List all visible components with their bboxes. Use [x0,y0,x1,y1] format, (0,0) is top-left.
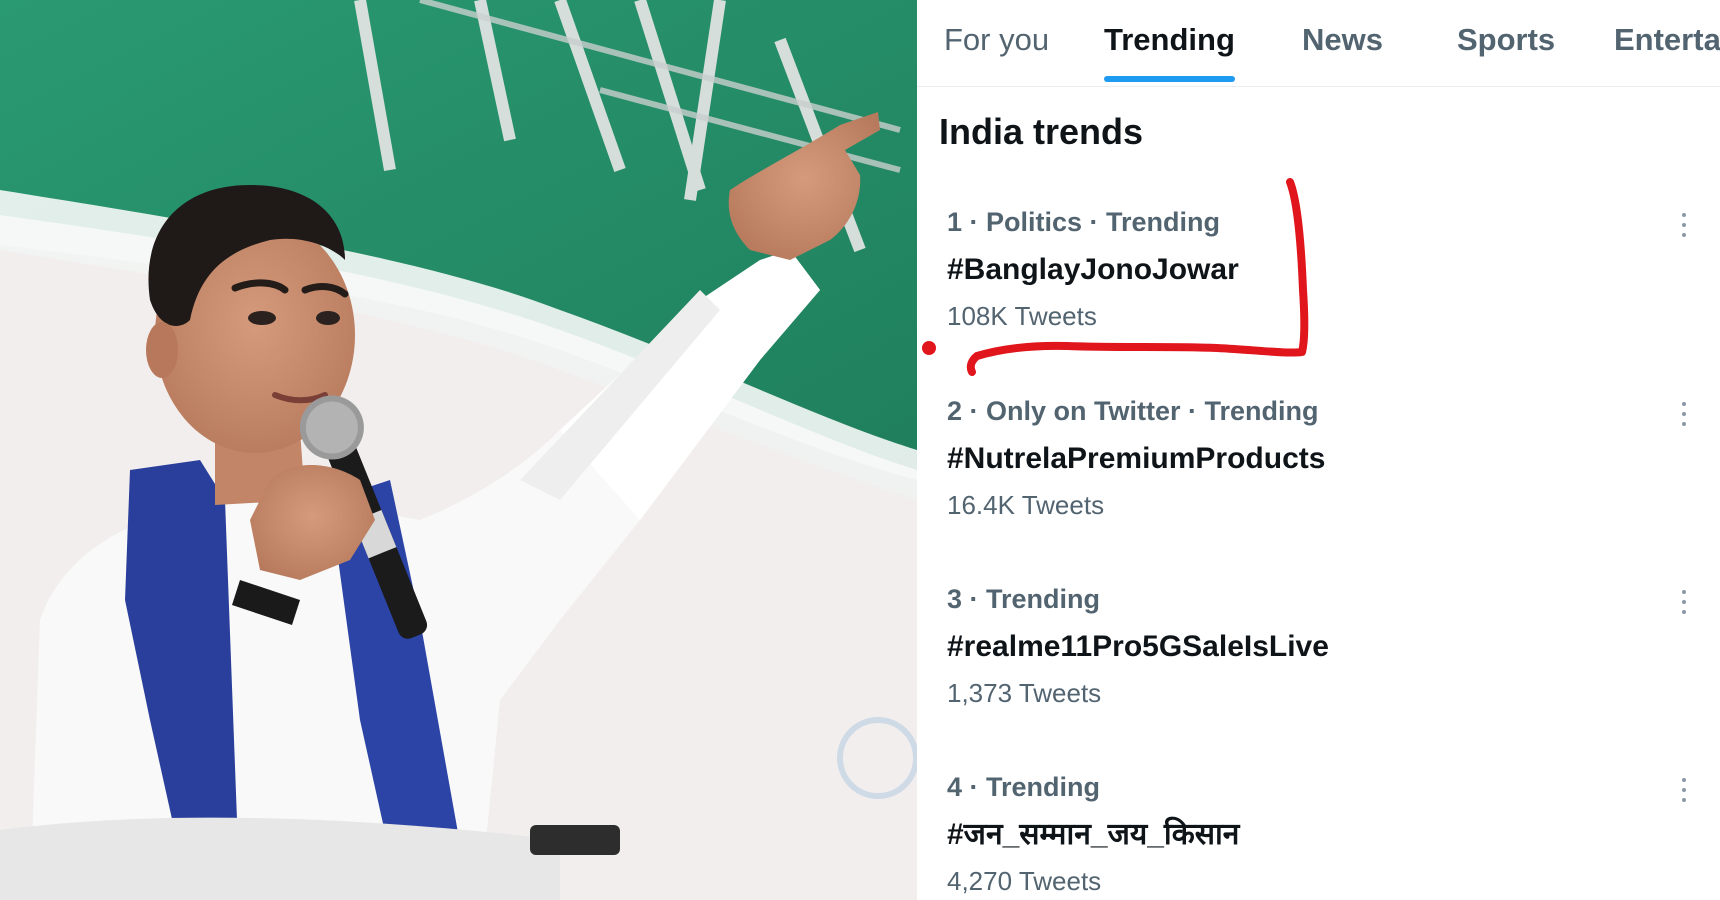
active-tab-indicator [1104,76,1235,82]
more-options-icon[interactable] [1673,774,1697,808]
more-options-icon[interactable] [1673,209,1697,243]
tab-entertainment[interactable]: Enterta [1614,20,1720,60]
tab-for-you[interactable]: For you [944,20,1049,60]
more-options-icon[interactable] [1673,398,1697,432]
composite-image: For you Trending News Sports Enterta Ind… [0,0,1720,900]
trend-item[interactable]: 4 · Trending #जन_सम्मान_जय_किसान 4,270 T… [917,770,1720,900]
tab-news[interactable]: News [1302,20,1383,60]
trend-meta: 2 · Only on Twitter · Trending [947,396,1319,426]
trend-hashtag[interactable]: #realme11Pro5GSaleIsLive [947,628,1329,666]
trend-tweet-count: 108K Tweets [947,301,1097,331]
more-options-icon[interactable] [1673,586,1697,620]
trend-hashtag[interactable]: #जन_सम्मान_जय_किसान [947,816,1239,854]
trend-meta: 1 · Politics · Trending [947,207,1221,237]
speaker-photo [0,0,917,900]
trends-panel: For you Trending News Sports Enterta Ind… [917,0,1720,900]
trend-tweet-count: 4,270 Tweets [947,866,1102,896]
tab-trending[interactable]: Trending [1104,20,1235,60]
section-title: India trends [939,111,1144,152]
trend-item[interactable]: 2 · Only on Twitter · Trending #NutrelaP… [917,394,1720,564]
tab-sports[interactable]: Sports [1457,20,1555,60]
trend-tweet-count: 1,373 Tweets [947,678,1102,708]
trend-hashtag[interactable]: #BanglayJonoJowar [947,251,1239,289]
tab-bar: For you Trending News Sports Enterta [917,0,1720,87]
trend-item[interactable]: 3 · Trending #realme11Pro5GSaleIsLive 1,… [917,582,1720,752]
trend-meta: 3 · Trending [947,584,1101,614]
trend-hashtag[interactable]: #NutrelaPremiumProducts [947,440,1325,478]
trend-meta: 4 · Trending [947,772,1101,802]
trend-item[interactable]: 1 · Politics · Trending #BanglayJonoJowa… [917,205,1720,375]
trend-tweet-count: 16.4K Tweets [947,490,1105,520]
